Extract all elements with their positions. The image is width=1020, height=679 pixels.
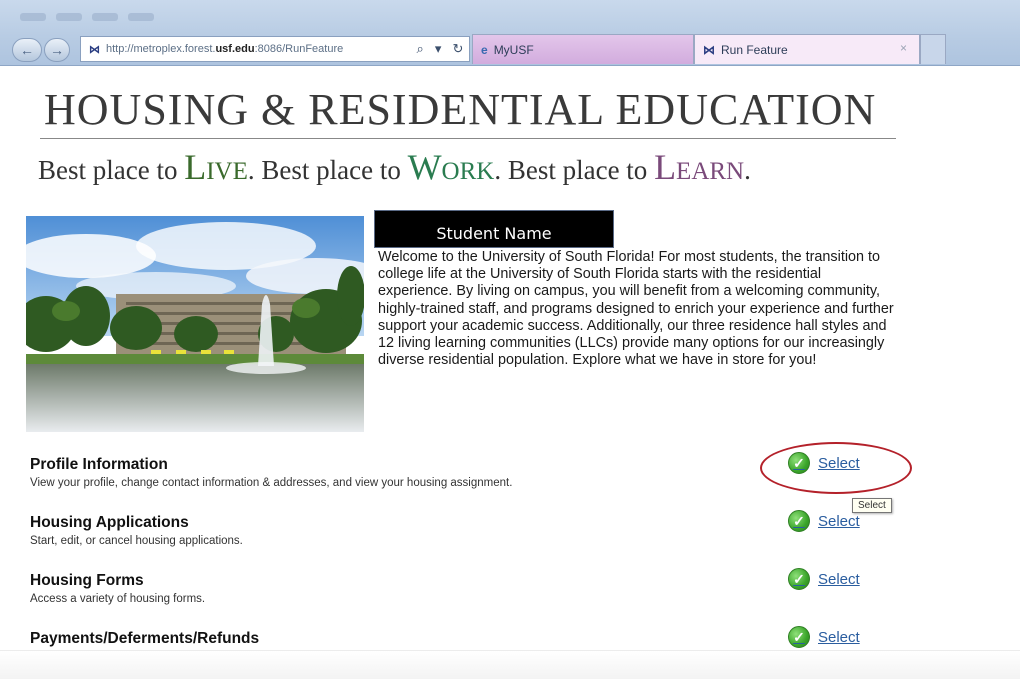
highlight-circle [760,442,912,494]
tab-myusf[interactable]: e MyUSF [472,34,694,64]
tab-label: MyUSF [493,42,534,57]
feature-description: Start, edit, or cancel housing applicati… [30,535,243,547]
check-icon: ✓ [788,568,810,590]
address-bar[interactable]: ⋈ http://metroplex.forest.usf.edu:8086/R… [80,36,470,62]
browser-toolbar: ← → ⋈ http://metroplex.forest.usf.edu:80… [0,0,1020,66]
campus-photo [26,216,364,432]
select-link[interactable]: Select [818,513,860,530]
select-tooltip: Select [852,498,892,513]
student-name-banner: Student Name [374,210,614,248]
check-icon: ✓ [788,510,810,532]
search-icon[interactable]: ⌕ [417,41,424,57]
title-divider [40,138,896,139]
address-url[interactable]: http://metroplex.forest.usf.edu:8086/Run… [106,43,411,55]
title-bar-blurred [20,8,220,21]
select-payments-button[interactable]: ✓ Select [788,626,860,648]
page-title: HOUSING & RESIDENTIAL EDUCATION [44,85,877,134]
feature-description: Access a variety of housing forms. [30,593,206,605]
tagline-live: Live [184,147,248,187]
new-tab-button[interactable] [920,34,946,64]
back-button[interactable]: ← [12,38,42,62]
tab-label: Run Feature [721,42,788,57]
back-arrow-icon: ← [20,42,34,58]
select-housing-forms-button[interactable]: ✓ Select [788,568,860,590]
welcome-text: Welcome to the University of South Flori… [378,249,894,369]
usf-icon: ⋈ [703,42,715,57]
select-link[interactable]: Select [818,571,860,588]
refresh-icon[interactable]: ↻ [453,41,464,57]
check-icon: ✓ [788,626,810,648]
close-tab-icon[interactable]: × [900,41,907,55]
tab-run-feature[interactable]: ⋈ Run Feature × [694,34,920,64]
tagline: Best place to Live. Best place to Work. … [38,147,751,187]
dropdown-icon[interactable]: ▾ [435,41,442,57]
select-housing-applications-button[interactable]: ✓ Select [788,510,860,532]
site-favicon-icon: ⋈ [89,43,100,56]
tagline-work: Work [407,147,495,187]
tagline-learn: Learn [654,147,745,187]
address-tools: ⌕ ▾ ↻ [411,41,469,57]
forward-button[interactable]: → [44,38,70,62]
select-link[interactable]: Select [818,629,860,646]
page-bottom-edge [0,650,1020,679]
ie-icon: e [481,42,488,57]
forward-arrow-icon: → [50,42,64,58]
